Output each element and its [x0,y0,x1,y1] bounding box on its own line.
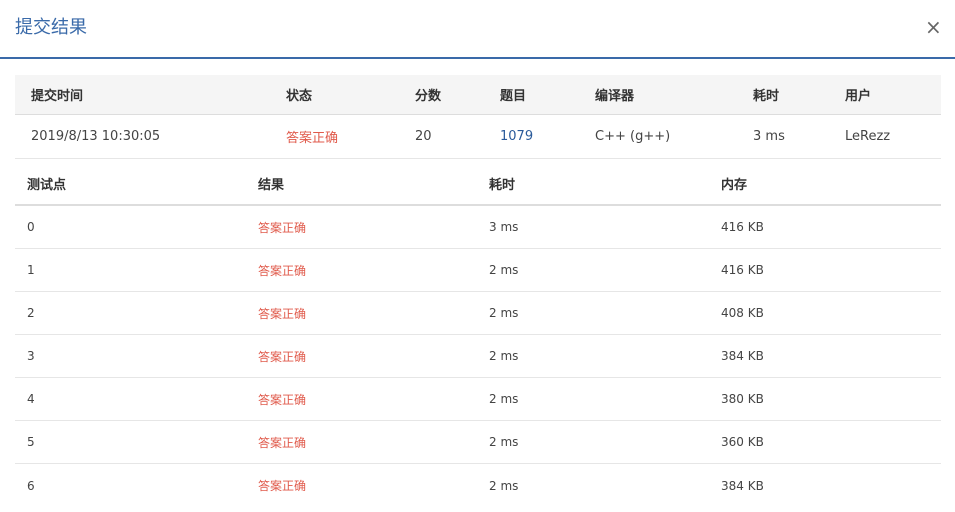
summary-row: 2019/8/13 10:30:05 答案正确 20 1079 C++ (g++… [15,115,941,159]
problem-link[interactable]: 1079 [500,115,533,158]
case-result: 答案正确 [258,306,307,321]
case-id: 4 [27,392,35,406]
close-icon[interactable]: × [925,16,942,38]
table-row: 2 答案正确 2 ms 408 KB [15,292,941,335]
header-duration: 耗时 [753,89,780,104]
case-id: 1 [27,263,35,277]
cases-header-row: 测试点 结果 耗时 内存 [15,162,941,206]
case-memory: 360 KB [721,435,764,449]
table-row: 3 答案正确 2 ms 384 KB [15,335,941,378]
header-problem: 题目 [500,89,527,104]
case-memory: 408 KB [721,306,764,320]
case-result: 答案正确 [258,479,307,493]
case-memory: 380 KB [721,392,764,406]
case-id: 6 [27,478,35,493]
table-row: 6 答案正确 2 ms 384 KB [15,464,941,507]
table-row: 0 答案正确 3 ms 416 KB [15,206,941,249]
case-memory: 384 KB [721,478,764,493]
header-memory: 内存 [721,177,748,193]
case-memory: 384 KB [721,349,764,363]
case-duration: 2 ms [489,306,519,320]
header-user: 用户 [845,89,872,104]
case-id: 5 [27,435,35,449]
case-result: 答案正确 [258,220,307,235]
modal-header: 提交结果 × [0,0,955,59]
modal-title: 提交结果 [15,17,87,38]
compiler-value: C++ (g++) [595,129,671,144]
user-name: LeRezz [845,129,891,144]
case-result: 答案正确 [258,263,307,278]
case-result: 答案正确 [258,349,307,364]
header-case-duration: 耗时 [489,177,516,193]
case-duration: 2 ms [489,349,519,363]
case-memory: 416 KB [721,220,764,234]
case-id: 3 [27,349,35,363]
header-compiler: 编译器 [595,89,635,104]
summary-header-row: 提交时间 状态 分数 题目 编译器 耗时 用户 [15,75,941,115]
table-row: 4 答案正确 2 ms 380 KB [15,378,941,421]
case-duration: 2 ms [489,263,519,277]
case-duration: 2 ms [489,392,519,406]
header-result: 结果 [258,177,285,193]
header-status: 状态 [286,89,313,104]
case-id: 2 [27,306,35,320]
case-duration: 3 ms [489,220,519,234]
header-submit-time: 提交时间 [31,89,84,104]
status-badge: 答案正确 [286,131,339,146]
case-id: 0 [27,220,35,234]
duration-value: 3 ms [753,129,785,144]
case-duration: 2 ms [489,435,519,449]
header-case-id: 测试点 [27,177,67,193]
case-result: 答案正确 [258,392,307,407]
table-row: 1 答案正确 2 ms 416 KB [15,249,941,292]
case-result: 答案正确 [258,435,307,450]
header-score: 分数 [415,89,442,104]
table-row: 5 答案正确 2 ms 360 KB [15,421,941,464]
score-value: 20 [415,129,432,144]
case-duration: 2 ms [489,478,519,493]
submit-time: 2019/8/13 10:30:05 [31,129,161,144]
case-memory: 416 KB [721,263,764,277]
test-case-table: 测试点 结果 耗时 内存 0 答案正确 3 ms 416 KB 1 答案正确 2… [15,162,941,507]
submission-summary-table: 提交时间 状态 分数 题目 编译器 耗时 用户 2019/8/13 10:30:… [15,75,941,159]
